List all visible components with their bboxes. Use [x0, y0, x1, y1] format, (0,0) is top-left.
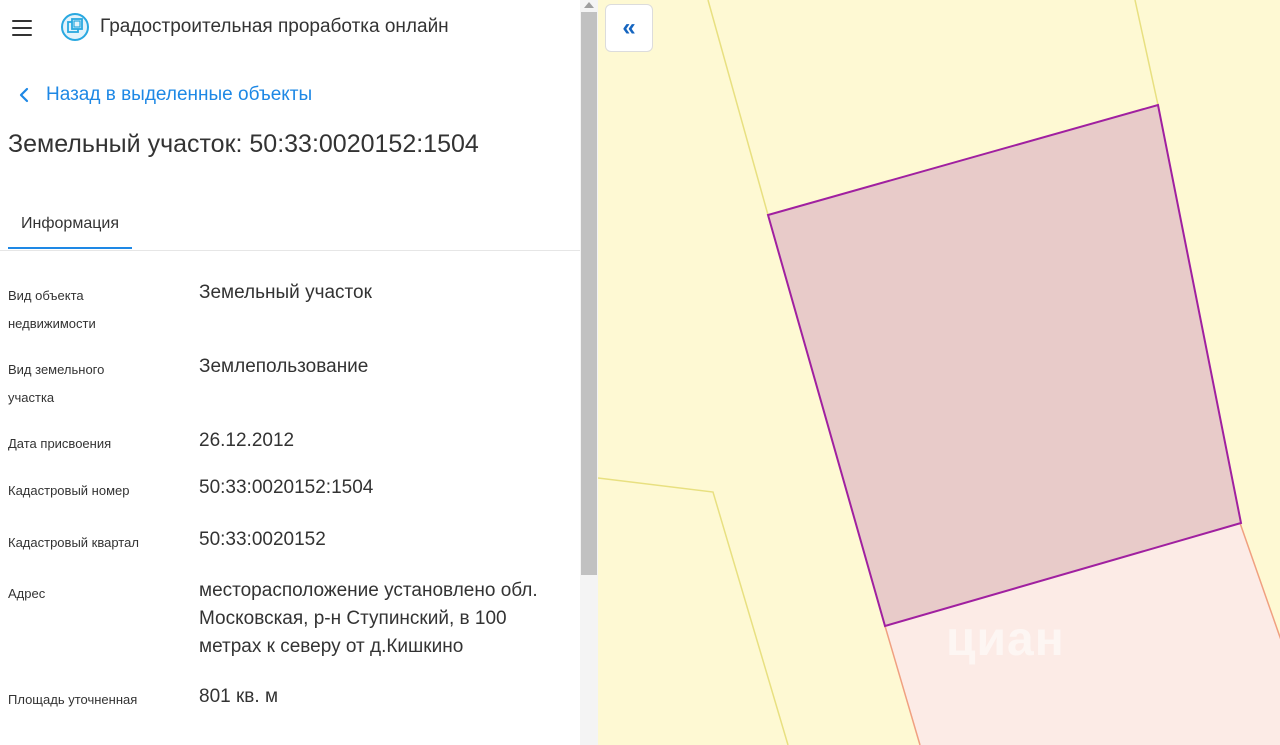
hamburger-icon[interactable] [12, 20, 32, 36]
chevron-left-icon [19, 87, 29, 103]
detail-label: Кадастровый номер [8, 483, 130, 498]
detail-value: 50:33:0020152:1504 [199, 477, 374, 498]
detail-value: 801 кв. м [199, 686, 279, 707]
panel-scrollbar[interactable] [580, 0, 598, 745]
tab-information[interactable]: Информация [8, 200, 132, 248]
tab-bar: Информация [0, 200, 580, 251]
map-view[interactable] [598, 0, 1280, 745]
watermark: циан [946, 613, 1065, 666]
active-tab-indicator [8, 247, 132, 249]
page-title: Земельный участок: 50:33:0020152:1504 [8, 130, 479, 158]
parcel-boundary [1134, 0, 1159, 106]
detail-label: Кадастровый квартал [8, 535, 139, 550]
app-title: Градостроительная проработка онлайн [100, 16, 449, 37]
detail-label: Адрес [8, 586, 46, 601]
app-logo-icon[interactable] [60, 12, 90, 42]
detail-value: Земельный участок [199, 282, 372, 303]
detail-label: Вид объекта недвижимости [8, 288, 96, 331]
back-link-label: Назад в выделенные объекты [46, 84, 313, 105]
detail-label: Вид земельного участка [8, 362, 105, 405]
scroll-up-icon[interactable] [584, 2, 594, 8]
scrollbar-thumb[interactable] [581, 12, 597, 575]
detail-value: 26.12.2012 [199, 430, 295, 451]
side-panel: Градостроительная проработка онлайн Наза… [0, 0, 580, 745]
header: Градостроительная проработка онлайн [0, 0, 580, 56]
double-chevron-left-icon: « [622, 14, 636, 41]
detail-label: Площадь уточненная [8, 692, 138, 707]
back-link[interactable]: Назад в выделенные объекты [14, 84, 312, 106]
detail-label: Дата присвоения [8, 436, 112, 451]
detail-value: Землепользование [199, 356, 369, 377]
detail-value: месторасположение установлено обл. Моско… [199, 580, 538, 657]
collapse-panel-button[interactable]: « [605, 4, 653, 52]
map-canvas[interactable] [598, 0, 1280, 745]
detail-value: 50:33:0020152 [199, 529, 326, 550]
parcel-boundary [707, 0, 769, 216]
parcel-boundary [598, 477, 789, 745]
